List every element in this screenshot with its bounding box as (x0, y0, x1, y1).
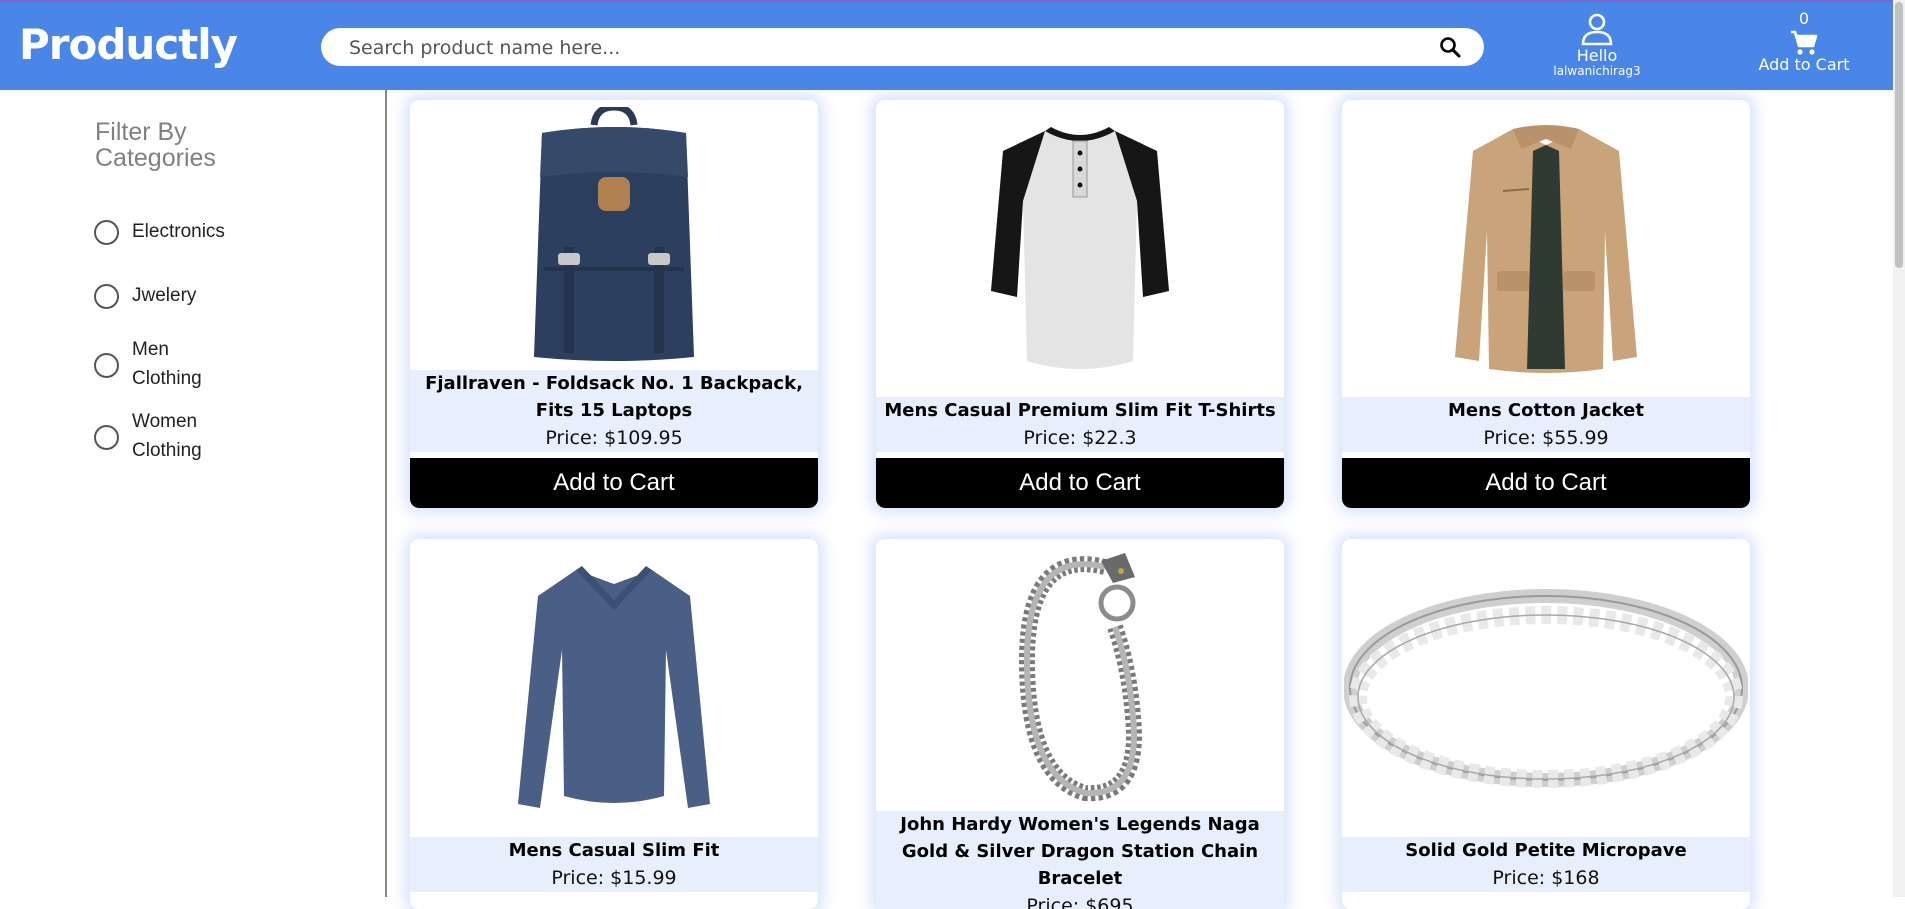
search-input[interactable] (347, 28, 1411, 68)
page-scrollbar[interactable] (1893, 0, 1905, 897)
sidebar-divider (385, 90, 387, 897)
user-icon (1581, 13, 1613, 46)
category-jewelery[interactable]: Jwelery (94, 281, 314, 331)
longsleeve-image (518, 566, 710, 808)
product-card[interactable]: Mens Cotton Jacket Price: $55.99 Add to … (1342, 100, 1750, 508)
radio-button[interactable] (94, 425, 119, 450)
product-name: Mens Casual Premium Slim Fit T-Shirts (884, 400, 1276, 421)
product-info: John Hardy Women's Legends Naga Gold & S… (876, 811, 1284, 909)
product-card[interactable]: Solid Gold Petite Micropave Price: $168 (1342, 539, 1750, 909)
category-electronics[interactable]: Electronics (94, 217, 314, 267)
product-price: Price: $695 (1026, 895, 1134, 909)
category-label: Electronics (132, 221, 225, 242)
product-image[interactable] (876, 100, 1284, 397)
ring-image (1344, 589, 1748, 788)
product-image[interactable] (410, 539, 818, 837)
product-price: Price: $168 (1492, 867, 1600, 889)
bracelet-image (1018, 553, 1142, 802)
product-name: John Hardy Women's Legends Naga Gold & S… (900, 814, 1260, 889)
product-price: Price: $109.95 (545, 427, 683, 449)
product-info: Solid Gold Petite Micropave Price: $168 (1342, 837, 1750, 892)
product-name: Mens Cotton Jacket (1448, 400, 1644, 421)
scrollbar-thumb[interactable] (1895, 2, 1903, 268)
product-name: Mens Casual Slim Fit (508, 840, 720, 861)
product-image[interactable] (410, 100, 818, 370)
username: lalwanichirag3 (1553, 64, 1641, 78)
product-card[interactable]: Mens Casual Premium Slim Fit T-Shirts Pr… (876, 100, 1284, 508)
product-name: Solid Gold Petite Micropave (1405, 840, 1687, 861)
product-card[interactable]: John Hardy Women's Legends Naga Gold & S… (876, 539, 1284, 909)
jacket-image (1455, 124, 1637, 373)
product-price: Price: $22.3 (1023, 427, 1137, 449)
add-to-cart-button[interactable]: Add to Cart (1342, 458, 1750, 508)
search-icon[interactable] (1438, 35, 1462, 59)
cart-count-badge: 0 (1798, 9, 1810, 28)
product-image[interactable] (1342, 539, 1750, 837)
category-women-clothing[interactable]: Women Clothing (94, 407, 314, 461)
product-image[interactable] (876, 539, 1284, 811)
filter-title: Filter By Categories (95, 118, 216, 172)
category-label: Women Clothing (132, 411, 202, 461)
cart-icon (1791, 30, 1818, 55)
product-info: Mens Casual Slim Fit Price: $15.99 (410, 837, 818, 892)
user-greeting: Hello (1576, 46, 1618, 65)
radio-button[interactable] (94, 353, 119, 378)
category-label: Jwelery (132, 285, 197, 306)
product-info: Mens Cotton Jacket Price: $55.99 (1342, 397, 1750, 452)
radio-button[interactable] (94, 284, 119, 309)
backpack-image (534, 107, 694, 361)
search-bar (321, 28, 1484, 68)
add-to-cart-button[interactable]: Add to Cart (410, 458, 818, 508)
product-info: Mens Casual Premium Slim Fit T-Shirts Pr… (876, 397, 1284, 452)
product-price: Price: $15.99 (551, 867, 677, 889)
brand-logo[interactable]: Productly (19, 20, 238, 69)
cart-label: Add to Cart (1758, 55, 1850, 74)
user-account[interactable]: Hello lalwanichirag3 (1552, 12, 1642, 88)
add-to-cart-button[interactable]: Add to Cart (876, 458, 1284, 508)
product-name: Fjallraven - Foldsack No. 1 Backpack, Fi… (425, 373, 803, 421)
product-card[interactable]: Fjallraven - Foldsack No. 1 Backpack, Fi… (410, 100, 818, 508)
tshirt-image (991, 126, 1169, 369)
radio-button[interactable] (94, 220, 119, 245)
product-price: Price: $55.99 (1483, 427, 1609, 449)
product-info: Fjallraven - Foldsack No. 1 Backpack, Fi… (410, 370, 818, 452)
product-card[interactable]: Mens Casual Slim Fit Price: $15.99 (410, 539, 818, 909)
cart-button[interactable]: 0 Add to Cart (1752, 10, 1856, 86)
top-navbar: Productly Hello lalwanichirag3 0 Add to … (0, 0, 1905, 90)
product-image[interactable] (1342, 100, 1750, 397)
category-label: Men Clothing (132, 339, 202, 389)
category-men-clothing[interactable]: Men Clothing (94, 335, 314, 389)
